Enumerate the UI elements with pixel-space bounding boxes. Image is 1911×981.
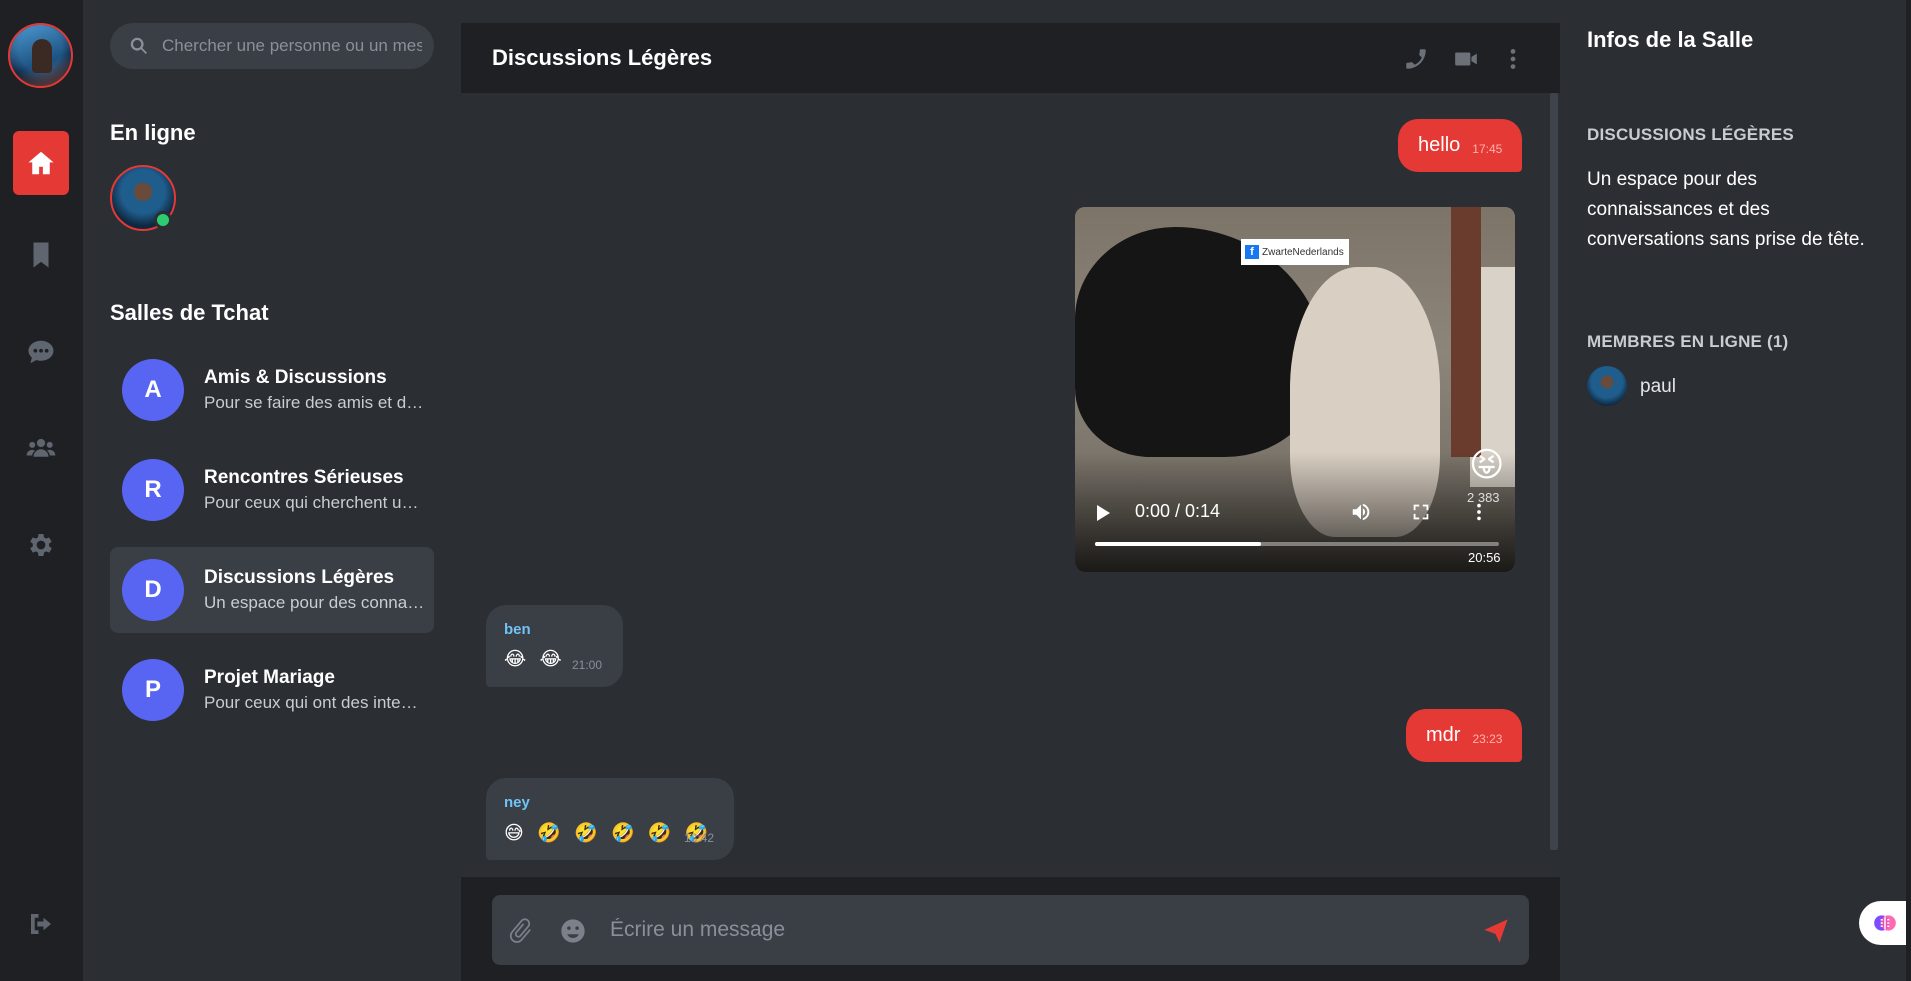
message-time: 21:00 <box>572 658 603 672</box>
fullscreen-icon <box>1413 504 1429 520</box>
gear-icon <box>30 534 52 556</box>
attach-button[interactable] <box>507 917 535 945</box>
room-item[interactable]: A Amis & Discussions Pour se faire des a… <box>110 347 434 433</box>
video-camera-icon <box>1455 52 1477 66</box>
video-progress-fill <box>1095 542 1261 546</box>
info-room-name: DISCUSSIONS LÉGÈRES <box>1587 125 1794 144</box>
room-avatar: P <box>122 659 184 721</box>
nav-home-button[interactable] <box>13 131 69 195</box>
search-input[interactable] <box>162 36 422 56</box>
user-avatar[interactable] <box>8 23 73 88</box>
message-text: mdr <box>1426 724 1461 746</box>
video-progress-bar[interactable] <box>1095 542 1499 546</box>
message-text: 😅 🤣 🤣 🤣 🤣 🤣 <box>504 823 713 844</box>
video-call-button[interactable] <box>1451 44 1481 74</box>
phone-icon <box>1406 49 1426 69</box>
rooms-title: Salles de Tchat <box>110 300 269 325</box>
message-text: 😂 😂 <box>504 649 566 670</box>
members-title: MEMBRES EN LIGNE (1) <box>1587 332 1789 351</box>
nav-saved-button[interactable] <box>13 223 69 287</box>
message-sender: ney <box>504 794 530 811</box>
more-options-button[interactable] <box>1498 44 1528 74</box>
room-avatar: A <box>122 359 184 421</box>
bookmark-icon <box>33 242 49 268</box>
room-description: Un espace pour des connaissances <box>204 593 426 612</box>
message-input[interactable] <box>610 913 1460 947</box>
room-info-panel: Infos de la Salle DISCUSSIONS LÉGÈRES Un… <box>1560 0 1911 981</box>
chat-header: Discussions Légères <box>461 23 1560 93</box>
room-name: Projet Mariage <box>204 667 335 688</box>
watermark-text: ZwarteNederlands <box>1262 246 1344 258</box>
volume-button[interactable] <box>1350 501 1372 523</box>
search-bar[interactable] <box>110 23 434 69</box>
smiley-icon <box>561 919 585 943</box>
send-icon <box>1484 919 1508 943</box>
online-status-dot <box>154 211 172 229</box>
emoji-button[interactable] <box>559 917 587 945</box>
message-time: 17:45 <box>1472 141 1503 156</box>
video-more-button[interactable] <box>1468 501 1490 523</box>
composer-bar <box>461 877 1560 981</box>
chat-panel: Discussions Légères hello 17:45 ben 😂 😂 … <box>461 23 1560 981</box>
message-sender: ben <box>504 621 531 638</box>
video-time: 0:00 / 0:14 <box>1135 501 1221 521</box>
message-time: 13:42 <box>684 831 715 845</box>
message-text: hello <box>1418 134 1461 156</box>
more-vertical-icon <box>1510 49 1516 69</box>
volume-icon <box>1352 503 1370 521</box>
video-message[interactable]: f ZwarteNederlands 😝 2 383 0:00 / 0:14 20… <box>1075 207 1515 572</box>
member-avatar[interactable] <box>1587 366 1627 406</box>
assistant-widget-button[interactable] <box>1859 901 1911 945</box>
paperclip-icon <box>509 918 531 943</box>
room-item[interactable]: R Rencontres Sérieuses Pour ceux qui che… <box>110 447 434 533</box>
room-item[interactable]: P Projet Mariage Pour ceux qui ont des i… <box>110 647 434 733</box>
room-description: Pour ceux qui ont des intentions <box>204 693 426 712</box>
message-incoming: ney 😅 🤣 🤣 🤣 🤣 🤣 13:42 <box>486 778 734 860</box>
chat-bubble-icon <box>28 340 54 364</box>
call-button[interactable] <box>1401 44 1431 74</box>
room-avatar: D <box>122 559 184 621</box>
room-name: Rencontres Sérieuses <box>204 467 404 488</box>
fullscreen-button[interactable] <box>1410 501 1432 523</box>
video-watermark: f ZwarteNederlands <box>1241 239 1349 265</box>
room-name: Discussions Légères <box>204 567 395 588</box>
nav-messages-button[interactable] <box>13 320 69 384</box>
logout-button[interactable] <box>13 892 69 956</box>
play-icon[interactable] <box>1097 505 1110 521</box>
facebook-icon: f <box>1245 245 1259 259</box>
message-time: 23:23 <box>1472 731 1503 746</box>
info-title: Infos de la Salle <box>1587 27 1754 52</box>
message-outgoing: hello 17:45 <box>1398 119 1523 172</box>
search-icon <box>130 37 147 54</box>
rooms-panel: En ligne Salles de Tchat A Amis & Discus… <box>83 0 461 981</box>
logout-icon <box>31 914 51 934</box>
chat-title: Discussions Légères <box>492 45 713 70</box>
home-icon <box>28 151 54 175</box>
message-time: 20:56 <box>1468 550 1501 565</box>
scrollbar[interactable] <box>1550 93 1558 850</box>
video-background-post <box>1451 207 1481 457</box>
room-description: Pour ceux qui cherchent une relation <box>204 493 426 512</box>
room-name: Amis & Discussions <box>204 367 387 388</box>
nav-friends-button[interactable] <box>13 416 69 480</box>
room-avatar: R <box>122 459 184 521</box>
users-icon <box>26 438 56 457</box>
more-vertical-icon <box>1477 503 1481 521</box>
reaction-emoji: 😝 <box>1469 446 1505 484</box>
window-edge <box>1906 0 1911 981</box>
message-incoming: ben 😂 😂 21:00 <box>486 605 623 687</box>
message-composer <box>492 895 1529 965</box>
online-title: En ligne <box>110 120 196 145</box>
nav-settings-button[interactable] <box>13 513 69 577</box>
member-name[interactable]: paul <box>1640 376 1676 398</box>
brain-icon <box>1874 915 1896 931</box>
info-room-description: Un espace pour des connaissances et des … <box>1587 169 1865 250</box>
room-description: Pour se faire des amis et discuter <box>204 393 426 412</box>
nav-rail <box>0 0 83 981</box>
room-item-active[interactable]: D Discussions Légères Un espace pour des… <box>110 547 434 633</box>
send-button[interactable] <box>1482 917 1510 945</box>
message-outgoing: mdr 23:23 <box>1406 709 1523 762</box>
